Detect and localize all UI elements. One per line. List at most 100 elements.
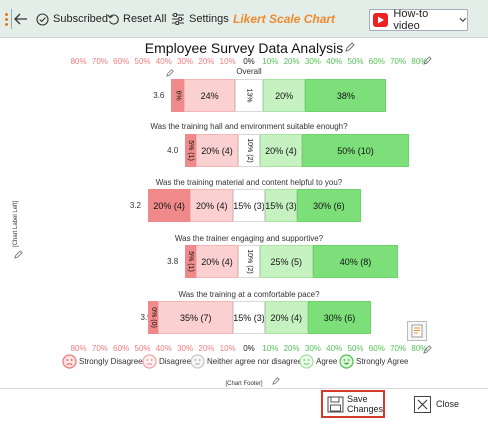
data-label: 20% (4): [153, 200, 185, 211]
axis-tick: 60%: [113, 344, 130, 353]
save-changes-label: Save Changes: [346, 394, 383, 414]
legend-disagree[interactable]: Disagree: [142, 354, 191, 369]
howto-video-label: How-to video: [393, 8, 429, 32]
data-label: 13%: [245, 88, 253, 103]
close-label: Close: [436, 399, 460, 409]
bar-segment-trainer-3[interactable]: 25% (5): [259, 245, 313, 278]
bar-segment-material-0[interactable]: 20% (4): [147, 189, 191, 222]
axis-tick: 0%: [243, 57, 255, 66]
bar-segment-hall-0[interactable]: 5% (1): [185, 134, 196, 167]
legend-agree[interactable]: Agree: [299, 354, 337, 369]
axis-tick: 20%: [283, 344, 300, 353]
data-label: 25% (5): [270, 256, 303, 267]
reset-all-button[interactable]: Reset All: [107, 0, 166, 38]
chart-legend: Strongly Disagree Disagree Neither agree…: [0, 354, 488, 370]
edit-title-pencil-icon[interactable]: [345, 42, 355, 52]
data-label: 20% (4): [265, 145, 297, 156]
bar-segment-pace-2[interactable]: 15% (3): [233, 301, 265, 334]
data-label: 5% (1): [186, 140, 194, 161]
axis-tick: 50%: [134, 344, 151, 353]
data-label: 20%: [275, 90, 294, 101]
legend-label: Strongly Disagree: [79, 357, 143, 366]
axis-tick: 40%: [155, 57, 172, 66]
mean-score-hall: 4.0: [167, 145, 179, 155]
question-title-overall: Overall: [236, 67, 262, 76]
bar-segment-overall-1[interactable]: 24%: [184, 79, 236, 112]
data-label: 10% (2): [245, 249, 253, 274]
menu-dots-icon[interactable]: [2, 0, 10, 38]
save-changes-button[interactable]: Save Changes: [321, 390, 385, 418]
axis-tick: 60%: [368, 57, 385, 66]
neutral-face-icon: [190, 354, 205, 369]
settings-label: Settings: [189, 13, 229, 25]
bar-segment-material-2[interactable]: 15% (3): [233, 189, 265, 222]
smile-face-icon: [299, 354, 314, 369]
question-title-material: Was the training material and content he…: [155, 178, 343, 187]
bar-segment-trainer-0[interactable]: 5% (1): [185, 245, 196, 278]
legend-strongly-agree[interactable]: Strongly Agree: [339, 354, 408, 369]
subscribed-button[interactable]: Subscribed: [36, 0, 108, 38]
bar-segment-pace-3[interactable]: 20% (4): [264, 301, 308, 334]
settings-button[interactable]: Settings: [171, 0, 229, 38]
toolbar: Subscribed Reset All Settings Likert Sca…: [0, 0, 488, 38]
floppy-disk-icon: [327, 396, 344, 412]
data-label: 10% (2): [245, 138, 253, 163]
axis-tick: 50%: [347, 57, 364, 66]
bar-segment-hall-3[interactable]: 20% (4): [259, 134, 303, 167]
bar-segment-overall-2[interactable]: 13%: [235, 79, 263, 112]
data-label: 38%: [336, 90, 355, 101]
sad-face-icon: [142, 354, 157, 369]
bar-segment-material-1[interactable]: 20% (4): [190, 189, 234, 222]
close-button[interactable]: Close: [414, 393, 474, 415]
data-label: 15% (3): [233, 200, 265, 211]
mean-score-overall: 3.6: [153, 90, 165, 100]
axis-tick: 10%: [262, 344, 279, 353]
bar-segment-hall-4[interactable]: 50% (10): [302, 134, 409, 167]
data-label: 20% (4): [201, 145, 233, 156]
data-label: 50% (10): [337, 145, 374, 156]
bar-segment-overall-4[interactable]: 38%: [305, 79, 387, 112]
howto-video-dropdown[interactable]: How-to video: [369, 8, 468, 32]
format-icon[interactable]: [407, 321, 427, 341]
question-title-trainer: Was the trainer engaging and supportive?: [174, 234, 324, 243]
chart-title[interactable]: Employee Survey Data Analysis: [0, 40, 488, 56]
edit-axis-pencil-icon[interactable]: [423, 56, 432, 65]
axis-tick: 40%: [155, 344, 172, 353]
data-label: 30% (6): [313, 200, 345, 211]
edit-ylabel-pencil-icon[interactable]: [14, 250, 23, 259]
legend-strongly-disagree[interactable]: Strongly Disagree: [62, 354, 143, 369]
legend-neutral[interactable]: Neither agree nor disagree: [190, 354, 302, 369]
bar-segment-hall-2[interactable]: 10% (2): [238, 134, 260, 167]
bar-segment-trainer-1[interactable]: 20% (4): [195, 245, 239, 278]
close-icon: [414, 395, 431, 413]
bar-segment-pace-4[interactable]: 30% (6): [307, 301, 372, 334]
bar-segment-hall-1[interactable]: 20% (4): [195, 134, 239, 167]
axis-tick: 30%: [177, 57, 194, 66]
axis-tick: 30%: [304, 344, 321, 353]
axis-tick: 40%: [326, 57, 343, 66]
subscribed-label: Subscribed: [53, 13, 109, 25]
axis-tick: 70%: [390, 57, 407, 66]
bar-segment-material-4[interactable]: 30% (6): [296, 189, 361, 222]
bar-segment-trainer-2[interactable]: 10% (2): [238, 245, 260, 278]
chevron-down-icon: [459, 17, 467, 23]
chart-footer[interactable]: [Chart Footer]: [0, 381, 488, 387]
axis-tick: 50%: [347, 344, 364, 353]
edit-axis-bottom-pencil-icon[interactable]: [423, 345, 432, 354]
bar-segment-trainer-4[interactable]: 40% (8): [312, 245, 399, 278]
app-title: Likert Scale Chart: [233, 12, 336, 26]
back-arrow-icon[interactable]: [14, 0, 28, 38]
youtube-icon: [373, 13, 389, 27]
bar-segment-overall-3[interactable]: 20%: [262, 79, 306, 112]
data-label: 24%: [200, 90, 219, 101]
axis-tick: 40%: [326, 344, 343, 353]
axis-tick: 30%: [177, 344, 194, 353]
bar-segment-material-3[interactable]: 15% (3): [264, 189, 297, 222]
edit-footer-pencil-icon[interactable]: [272, 377, 280, 385]
question-title-hall: Was the training hall and environment su…: [150, 122, 348, 131]
bar-segment-pace-1[interactable]: 35% (7): [158, 301, 234, 334]
bar-segment-overall-0[interactable]: 6%: [171, 79, 185, 112]
edit-bar-pencil-icon[interactable]: [166, 69, 174, 77]
bar-segment-pace-0[interactable]: 0% (0): [148, 301, 159, 334]
toolbar-divider: [11, 9, 12, 29]
